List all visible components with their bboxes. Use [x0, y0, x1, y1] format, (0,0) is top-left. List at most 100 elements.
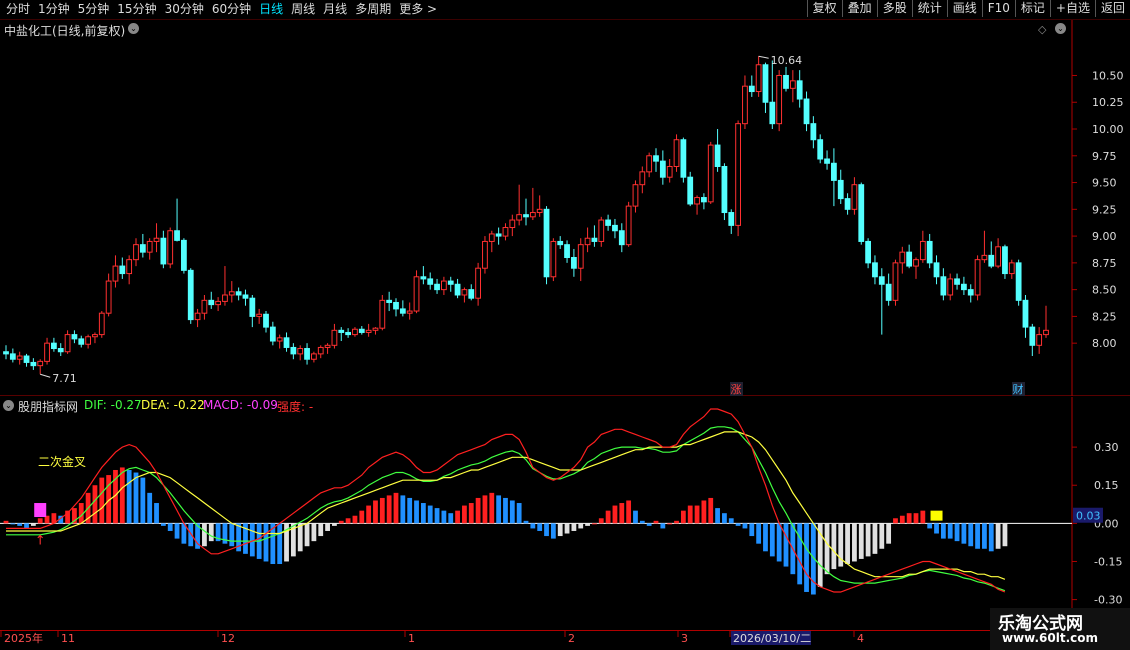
macd-bar — [147, 492, 153, 524]
macd-bar — [174, 523, 180, 539]
period-tab-6[interactable]: 日线 — [255, 2, 287, 17]
period-tab-7[interactable]: 周线 — [287, 2, 319, 17]
candle-body — [379, 299, 386, 329]
indicator-tick-label: -0.30 — [1094, 594, 1122, 607]
candle-body — [735, 123, 741, 226]
candle-body — [831, 162, 837, 181]
diamond-icon[interactable]: ◇ — [1038, 23, 1046, 36]
candle-body — [9, 353, 16, 360]
macd-bar — [229, 523, 235, 547]
candle-body — [441, 280, 447, 291]
candle-body — [57, 348, 64, 353]
indicator-chart-svg[interactable]: 0.300.150.00-0.15-0.30↑0.03 — [0, 397, 1130, 630]
macd-bar — [557, 523, 563, 537]
candle-body — [577, 244, 584, 269]
period-tab-9[interactable]: 多周期 — [351, 2, 395, 17]
toolbar-button-6[interactable]: 标记 — [1014, 0, 1050, 17]
chevron-down-icon[interactable]: ⌄ — [1055, 23, 1066, 34]
period-tab-1[interactable]: 1分钟 — [34, 2, 74, 17]
dif-value: DIF: -0.27 — [84, 398, 142, 412]
candle-body — [714, 144, 721, 167]
toolbar-button-1[interactable]: 叠加 — [841, 0, 877, 17]
candle-body — [557, 240, 564, 246]
candle-body — [653, 155, 659, 162]
macd-bar — [639, 520, 645, 524]
low-marker-label: 7.71 — [52, 372, 77, 385]
macd-bar — [126, 469, 132, 524]
macd-bar — [667, 523, 673, 525]
candle-body — [187, 269, 194, 321]
dropdown-icon[interactable]: ⌄ — [128, 23, 139, 34]
dea-value: DEA: -0.22 — [141, 398, 205, 412]
macd-bar — [414, 500, 419, 524]
macd-bar — [160, 523, 166, 526]
candle-body — [728, 212, 735, 226]
candle-body — [352, 328, 358, 336]
golden-cross-annotation: 二次金叉 — [38, 455, 87, 469]
macd-bar — [701, 500, 707, 524]
candle-body — [283, 337, 290, 348]
macd-bar — [17, 523, 23, 526]
period-tab-10[interactable]: 更多 > — [395, 2, 441, 17]
candle-body — [338, 329, 345, 333]
macd-bar — [427, 505, 433, 524]
macd-bar — [140, 477, 146, 524]
indicator-panel[interactable]: 0.30 0.15 0.00 -0.15 -0.30 ↑ 0.03 ⌄ 股朋指标网 DIF:… — [0, 397, 1130, 630]
candle-body — [488, 233, 495, 242]
macd-bar — [927, 523, 933, 529]
toolbar-button-2[interactable]: 多股 — [876, 0, 912, 17]
toolbar-button-3[interactable]: 统计 — [911, 0, 947, 17]
watermark: 乐淘公式网 www.60lt.com — [990, 608, 1130, 650]
period-tab-4[interactable]: 30分钟 — [161, 2, 208, 17]
price-chart-bg — [0, 20, 1130, 396]
period-tab-3[interactable]: 15分钟 — [113, 2, 160, 17]
macd-bar — [619, 503, 625, 524]
macd-bar — [373, 500, 378, 524]
period-tab-2[interactable]: 5分钟 — [74, 2, 114, 17]
candle-body — [153, 237, 160, 242]
candle-body — [639, 171, 646, 186]
toolbar-button-7[interactable]: +自选 — [1049, 0, 1095, 17]
macd-bar — [742, 523, 748, 529]
macd-bar — [982, 523, 987, 549]
toolbar-button-0[interactable]: 复权 — [806, 0, 842, 17]
candle-body — [434, 283, 440, 291]
macd-bar — [660, 523, 666, 529]
indicator-tick-label: 0.15 — [1094, 479, 1119, 492]
period-tab-0[interactable]: 分时 — [2, 2, 34, 17]
candle-body — [30, 361, 37, 367]
indicator-toggle-icon[interactable]: ⌄ — [3, 400, 14, 411]
candle-body — [1029, 326, 1036, 346]
date-label: 2025年 — [4, 631, 43, 645]
macd-bar — [208, 523, 214, 542]
macd-bar — [523, 520, 529, 524]
price-chart-panel[interactable]: 10.50 10.25 10.00 9.75 9.50 9.25 9.00 8.75 8.50 8… — [0, 20, 1130, 396]
macd-bar — [858, 523, 864, 559]
macd-bar — [133, 472, 139, 524]
candle-body — [632, 184, 639, 207]
macd-bar — [154, 503, 159, 524]
toolbar-button-5[interactable]: F10 — [981, 0, 1015, 17]
toolbar-button-4[interactable]: 画线 — [946, 0, 982, 17]
toolbar-button-8[interactable]: 返回 — [1094, 0, 1130, 17]
candle-body — [358, 328, 365, 333]
candle-body — [803, 98, 810, 125]
high-marker-label: 10.64 — [771, 54, 803, 67]
candle-body — [345, 331, 352, 336]
macd-bar — [188, 523, 194, 547]
candle-body — [386, 299, 393, 303]
macd-bar — [674, 520, 679, 524]
candle-body — [475, 267, 482, 299]
period-tab-8[interactable]: 月线 — [319, 2, 351, 17]
candle-body — [947, 278, 954, 296]
price-tick-label: 8.25 — [1092, 310, 1117, 323]
period-tab-5[interactable]: 60分钟 — [208, 2, 255, 17]
candle-body — [420, 276, 427, 280]
price-chart-svg[interactable]: 10.50 10.25 10.00 9.75 9.50 9.25 9.00 8.75 8.50 8… — [0, 20, 1130, 396]
macd-bar — [393, 492, 399, 524]
macd-bar — [585, 523, 590, 526]
candle-body — [105, 280, 112, 314]
price-tick-label: 8.00 — [1092, 337, 1117, 350]
macd-bar — [940, 523, 946, 539]
macd-bar — [797, 523, 803, 585]
